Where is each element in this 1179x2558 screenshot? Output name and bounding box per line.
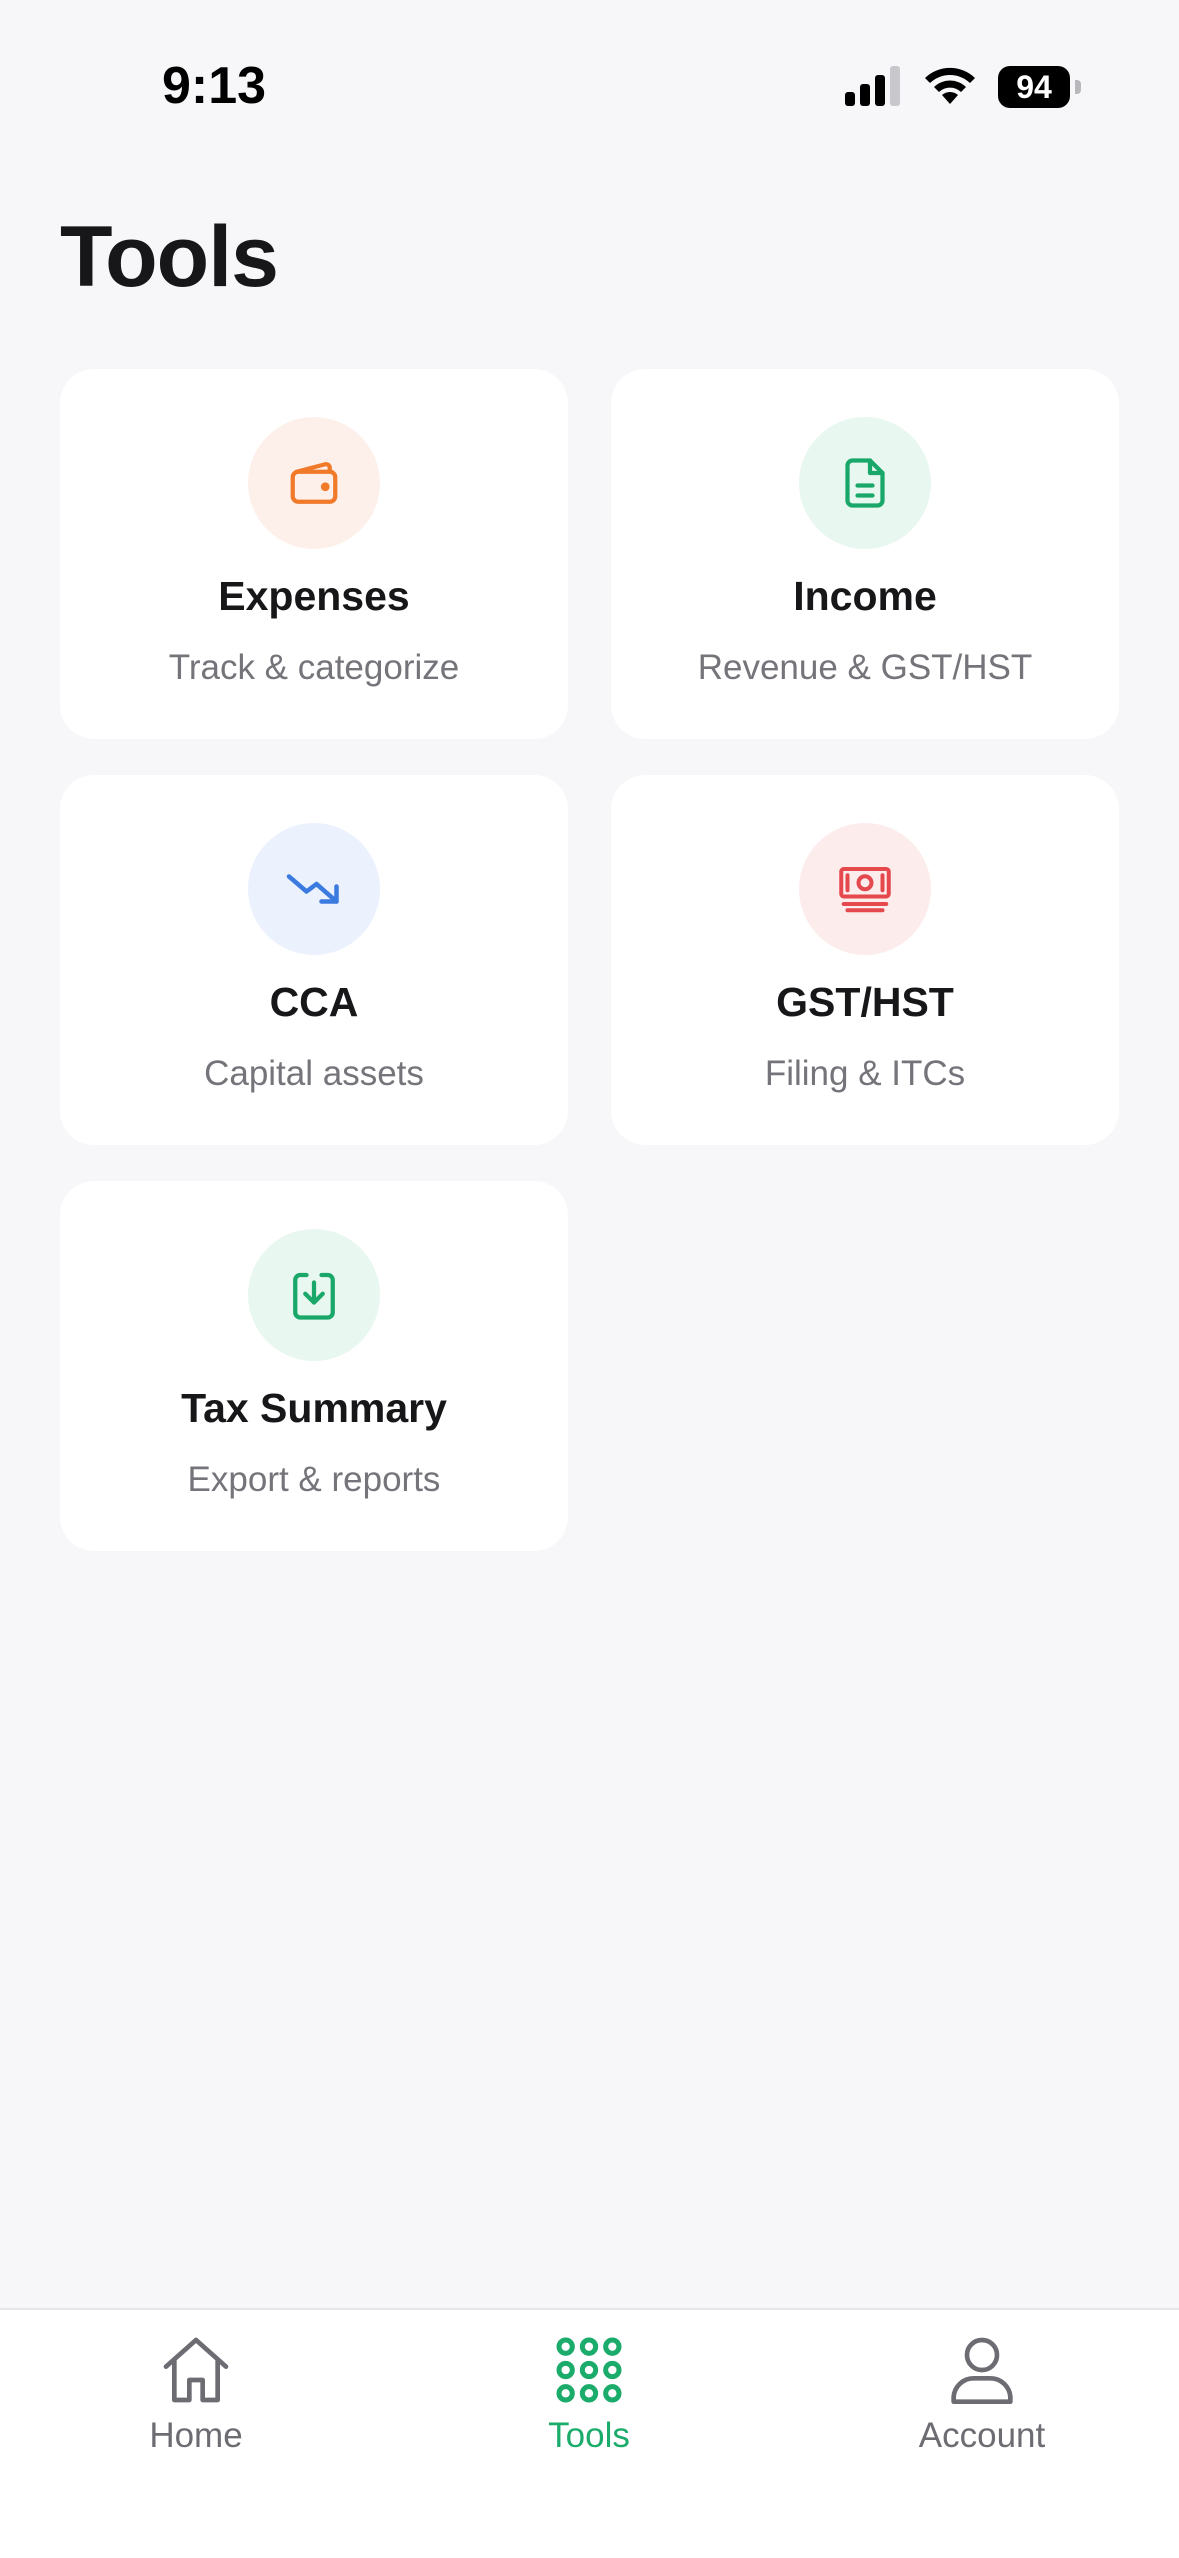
tab-bar: Home Tools Account: [0, 2308, 1179, 2558]
tool-card-title: Tax Summary: [181, 1385, 447, 1431]
tab-account[interactable]: Account: [832, 2330, 1132, 2480]
tool-card-subtitle: Capital assets: [204, 1054, 424, 1093]
home-icon: [163, 2337, 229, 2403]
status-bar: 9:13 94: [0, 0, 1179, 176]
person-icon: [951, 2337, 1013, 2404]
tab-label: Tools: [548, 2416, 630, 2455]
tool-card-title: CCA: [269, 979, 359, 1025]
banknote-icon: [839, 867, 891, 913]
tool-card-title: Expenses: [218, 573, 410, 619]
status-time: 9:13: [162, 57, 267, 115]
tool-card-income[interactable]: Income Revenue & GST/HST: [611, 369, 1119, 739]
tab-tools[interactable]: Tools: [439, 2330, 739, 2480]
tax-summary-icon-badge: [248, 1229, 380, 1361]
wifi-icon: [925, 67, 975, 104]
tab-home[interactable]: Home: [46, 2330, 346, 2480]
tool-card-subtitle: Revenue & GST/HST: [697, 648, 1033, 687]
tool-card-expenses[interactable]: Expenses Track & categorize: [60, 369, 568, 739]
battery-indicator: 94: [998, 66, 1082, 108]
tool-card-title: Income: [793, 573, 937, 619]
cca-icon-badge: [248, 823, 380, 955]
tool-card-subtitle: Export & reports: [187, 1460, 441, 1499]
download-icon: [293, 1272, 335, 1320]
battery-cap: [1075, 80, 1081, 94]
trending-down-icon: [286, 874, 339, 904]
tool-card-cca[interactable]: CCA Capital assets: [60, 775, 568, 1145]
expenses-icon-badge: [248, 417, 380, 549]
tab-label: Account: [918, 2416, 1046, 2455]
cellular-signal-icon: [845, 66, 900, 106]
tab-label: Home: [149, 2416, 243, 2455]
tool-card-gst-hst[interactable]: GST/HST Filing & ITCs: [611, 775, 1119, 1145]
gst-hst-icon-badge: [799, 823, 931, 955]
document-icon: [845, 458, 885, 508]
page-title: Tools: [60, 209, 279, 305]
tool-card-title: GST/HST: [776, 979, 954, 1025]
tool-card-subtitle: Filing & ITCs: [764, 1054, 966, 1093]
tool-card-tax-summary[interactable]: Tax Summary Export & reports: [60, 1181, 568, 1551]
battery-level: 94: [998, 66, 1070, 108]
grid-icon: [556, 2337, 622, 2403]
tool-card-subtitle: Track & categorize: [168, 648, 460, 687]
income-icon-badge: [799, 417, 931, 549]
wallet-icon: [290, 462, 338, 504]
